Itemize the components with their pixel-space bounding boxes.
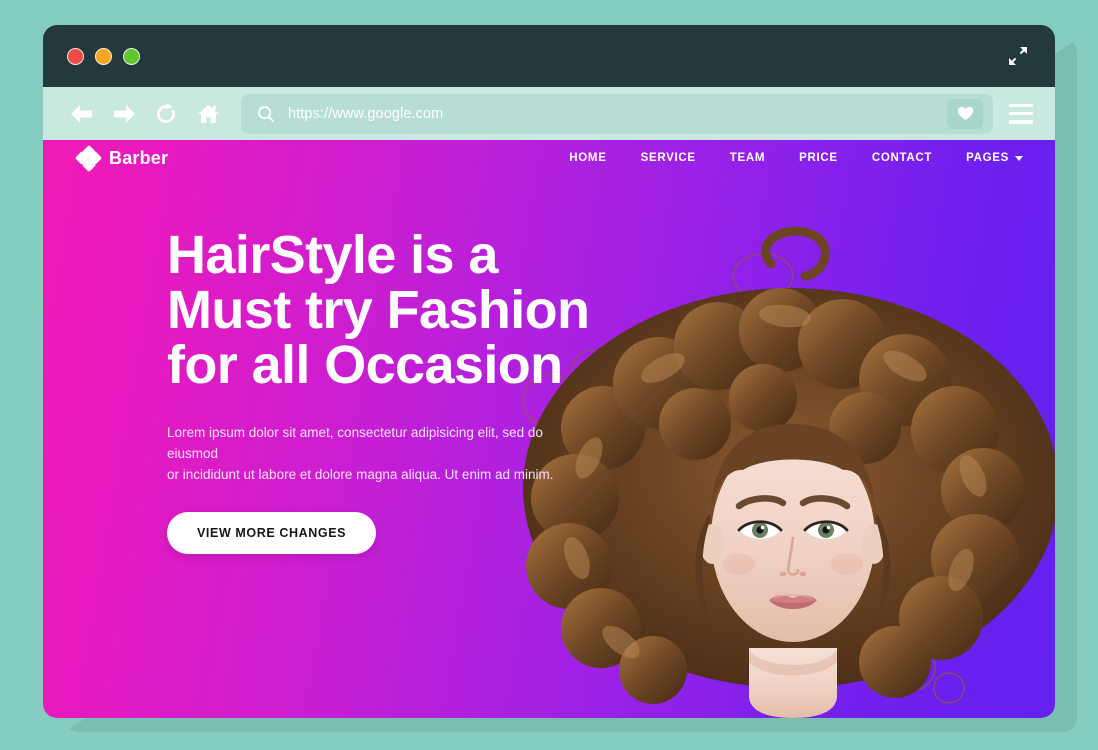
hero-subtitle-line-2: or incididunt ut labore et dolore magna … (167, 467, 554, 483)
diamond-cluster-icon (74, 144, 103, 172)
nav-label: TEAM (729, 152, 766, 164)
hero-content: HairStyle is a Must try Fashion for all … (43, 176, 1055, 554)
site-brand[interactable]: Barber (74, 144, 169, 172)
reload-icon[interactable] (145, 94, 187, 134)
home-icon[interactable] (187, 94, 229, 134)
hero-title-line-1: HairStyle is a (167, 225, 498, 285)
heart-icon[interactable] (947, 98, 983, 129)
hero-title: HairStyle is a Must try Fashion for all … (167, 225, 637, 396)
nav-label: HOME (569, 152, 607, 164)
close-window-button[interactable] (67, 47, 84, 65)
site-navigation: HOME SERVICE TEAM PRICE CONTACT PAGES (569, 152, 1023, 164)
nav-item-contact[interactable]: CONTACT (872, 152, 932, 164)
minimize-window-button[interactable] (95, 47, 112, 65)
hamburger-menu-icon[interactable] (1009, 103, 1033, 124)
nav-label: PAGES (966, 152, 1009, 164)
site-header: Barber HOME SERVICE TEAM PRICE CONTACT P… (43, 140, 1055, 176)
browser-toolbar: https://www.google.com (43, 87, 1055, 140)
back-arrow-icon[interactable] (61, 94, 103, 134)
nav-label: CONTACT (871, 152, 933, 164)
url-bar[interactable]: https://www.google.com (241, 93, 993, 134)
hero-title-line-2: Must try Fashion (167, 280, 590, 341)
nav-item-home[interactable]: HOME (569, 152, 606, 164)
expand-arrows-icon[interactable] (1005, 43, 1031, 69)
hero-title-line-3: for all Occasion (167, 335, 563, 396)
forward-arrow-icon[interactable] (103, 94, 145, 134)
chevron-down-icon (1015, 155, 1023, 161)
nav-item-pages[interactable]: PAGES (966, 152, 1023, 164)
website-hero-section: Barber HOME SERVICE TEAM PRICE CONTACT P… (43, 140, 1055, 718)
nav-item-service[interactable]: SERVICE (641, 152, 696, 164)
nav-label: PRICE (799, 152, 838, 164)
maximize-window-button[interactable] (123, 47, 140, 65)
nav-item-price[interactable]: PRICE (799, 152, 838, 164)
nav-label: SERVICE (640, 152, 696, 164)
nav-item-team[interactable]: TEAM (730, 152, 765, 164)
browser-title-bar (43, 25, 1055, 87)
window-controls (67, 47, 140, 65)
view-more-changes-button[interactable]: VIEW MORE CHANGES (167, 512, 377, 554)
url-input[interactable]: https://www.google.com (288, 106, 934, 122)
hero-subtitle: Lorem ipsum dolor sit amet, consectetur … (167, 423, 567, 486)
search-icon (257, 105, 275, 123)
browser-window: https://www.google.com Barber HOME SERVI… (43, 25, 1055, 718)
hero-subtitle-line-1: Lorem ipsum dolor sit amet, consectetur … (167, 425, 543, 462)
brand-name: Barber (109, 147, 169, 168)
